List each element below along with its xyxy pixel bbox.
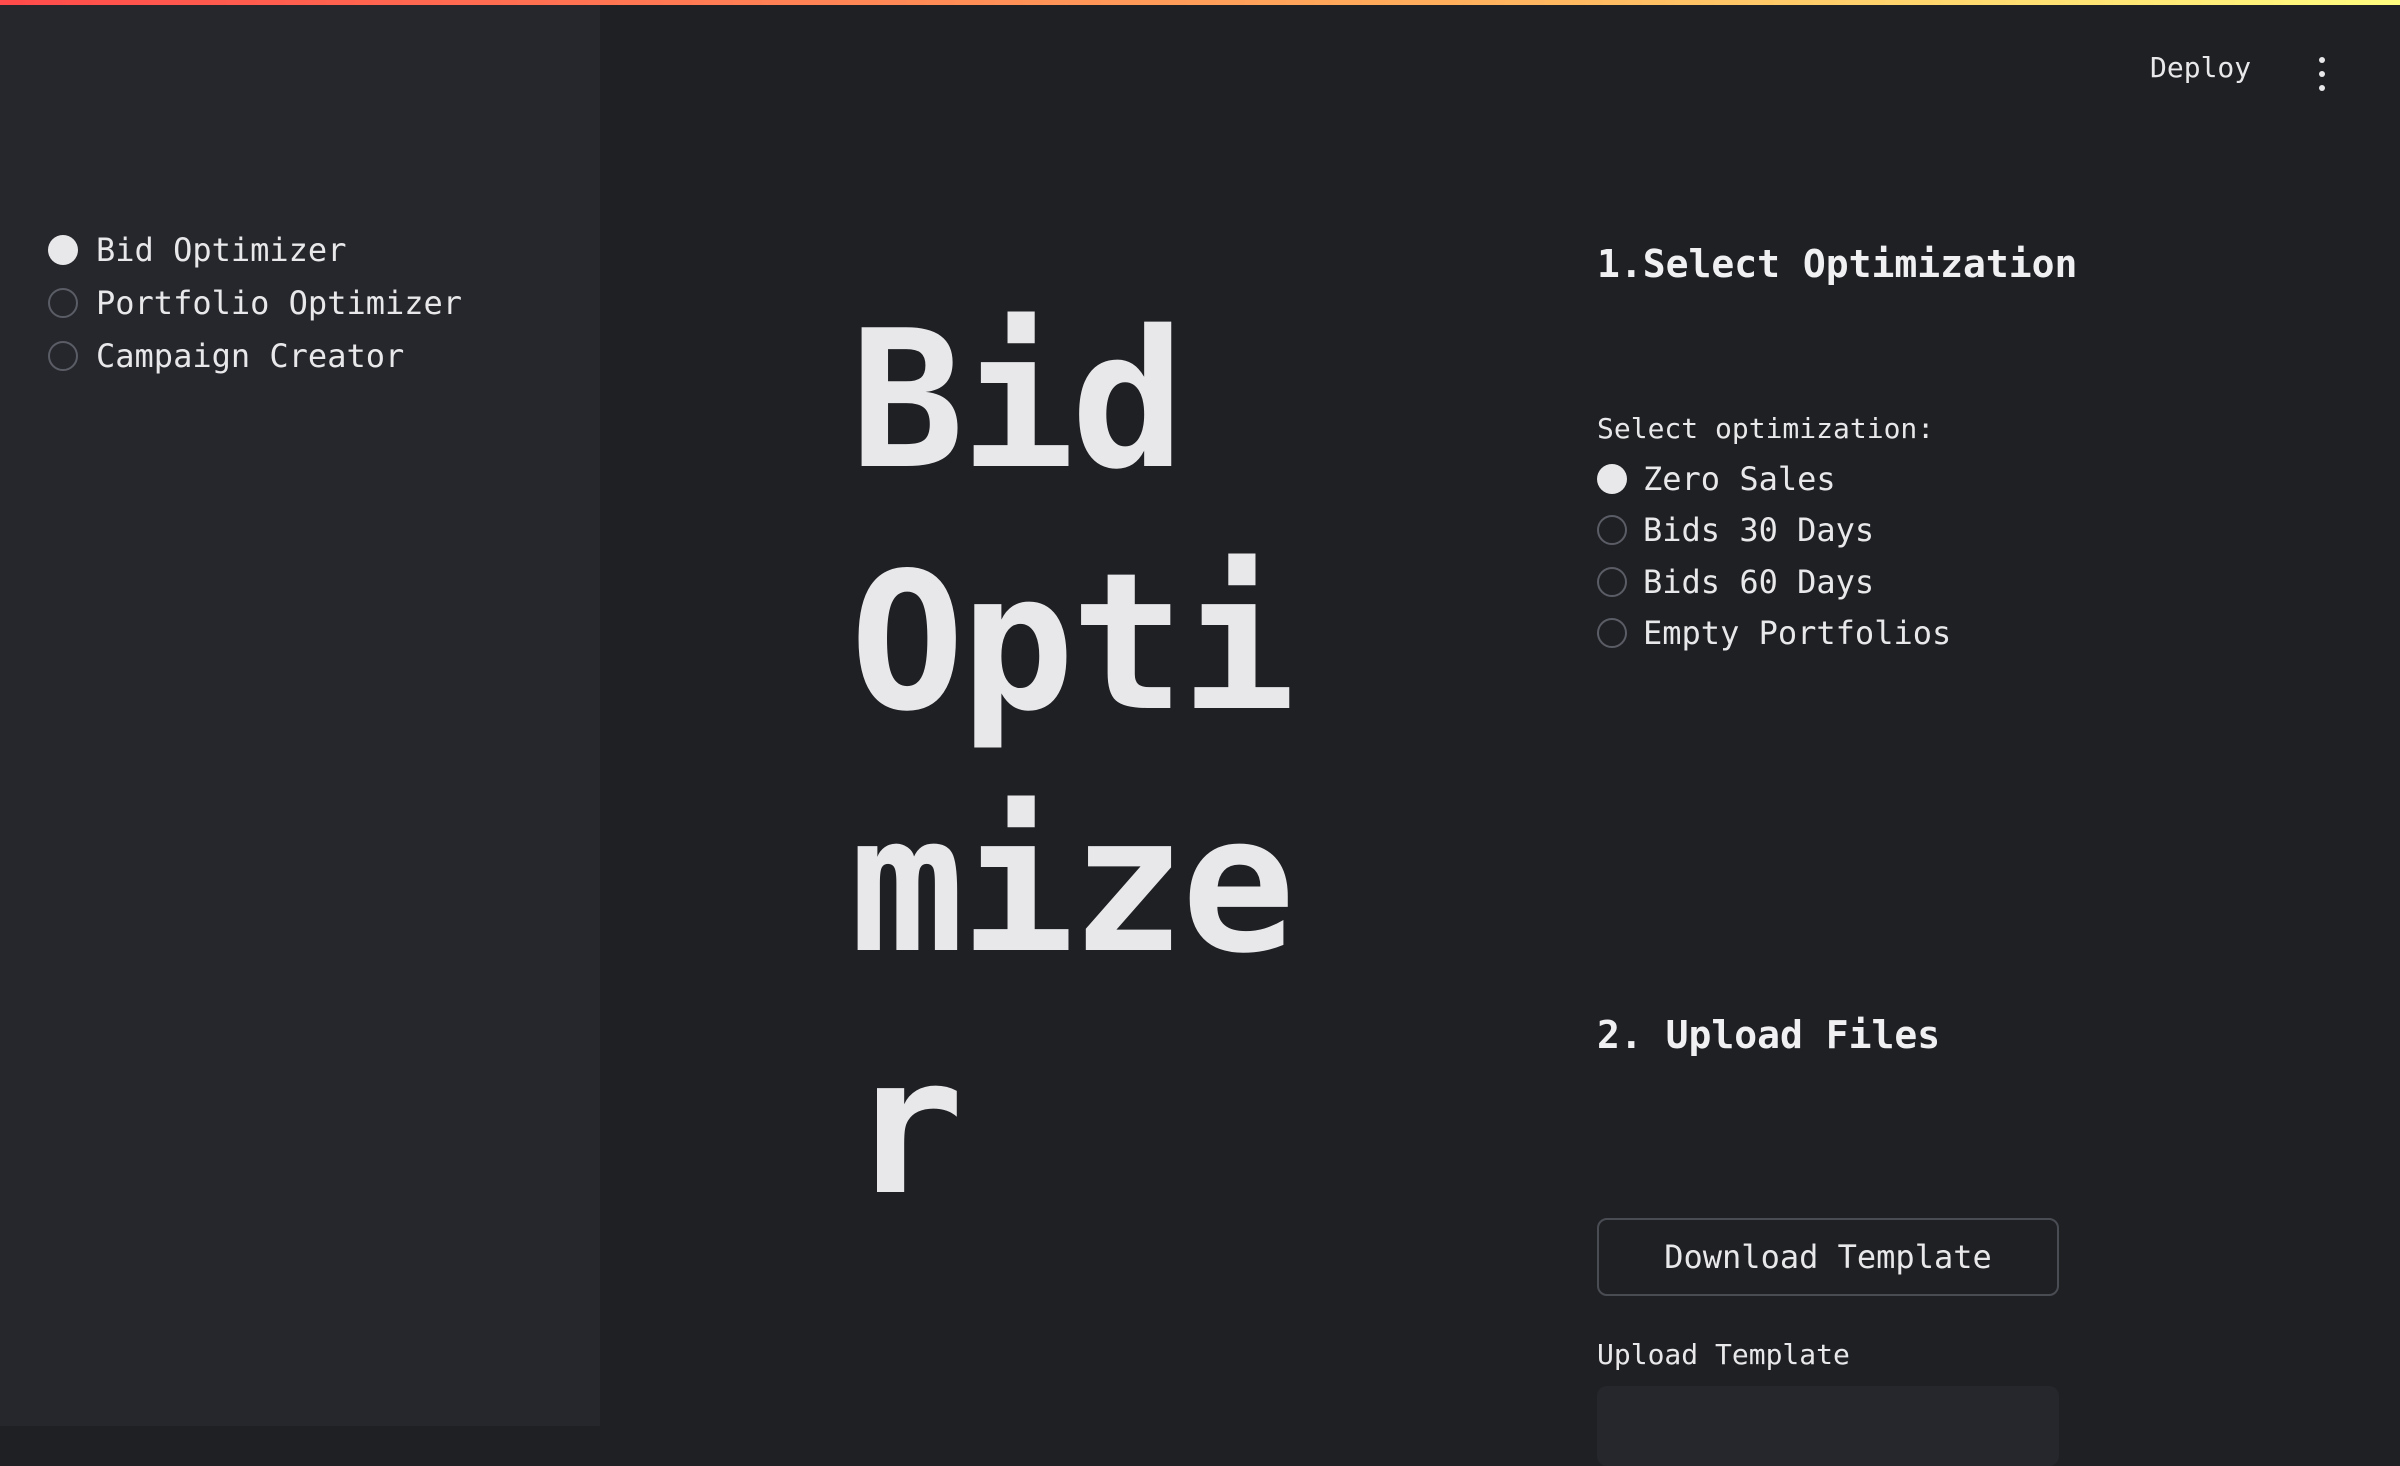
option-label: Bids 60 Days: [1643, 562, 1875, 601]
option-zero-sales[interactable]: Zero Sales: [1597, 453, 2117, 505]
menu-dot: [2319, 85, 2325, 91]
step1-heading: 1.Select Optimization: [1597, 242, 2078, 286]
sidebar-item-label: Portfolio Optimizer: [96, 283, 463, 322]
download-template-button[interactable]: Download Template: [1597, 1218, 2059, 1296]
title-column: Bid Optimizer: [850, 280, 1370, 1248]
header-toolbar: Deploy: [2000, 5, 2400, 145]
page-title: Bid Optimizer: [850, 290, 1296, 1237]
sidebar-item-label: Bid Optimizer: [96, 230, 347, 269]
radio-unchecked-icon[interactable]: [48, 340, 78, 371]
more-vertical-icon[interactable]: [2310, 57, 2334, 91]
sidebar-nav-radio-group: Bid Optimizer Portfolio Optimizer Campai…: [48, 223, 462, 382]
radio-checked-icon[interactable]: [1597, 463, 1627, 494]
sidebar-item-bid-optimizer[interactable]: Bid Optimizer: [48, 223, 462, 276]
option-bids-30-days[interactable]: Bids 30 Days: [1597, 505, 2117, 557]
radio-unchecked-icon[interactable]: [48, 287, 78, 318]
optimization-radio-group: Zero Sales Bids 30 Days Bids 60 Days Emp…: [1597, 453, 2117, 659]
radio-unchecked-icon[interactable]: [1597, 515, 1627, 546]
option-label: Zero Sales: [1643, 459, 1836, 498]
sidebar-item-label: Campaign Creator: [96, 336, 405, 375]
controls-column: 1.Select Optimization Select optimizatio…: [1597, 240, 2117, 1059]
upload-template-label: Upload Template: [1597, 1338, 1850, 1371]
radio-unchecked-icon[interactable]: [1597, 566, 1627, 597]
option-label: Empty Portfolios: [1643, 614, 1952, 653]
option-bids-60-days[interactable]: Bids 60 Days: [1597, 556, 2117, 608]
step2-heading: 2. Upload Files: [1597, 1013, 1941, 1057]
deploy-button[interactable]: Deploy: [2150, 51, 2251, 84]
radio-checked-icon[interactable]: [48, 234, 78, 265]
sidebar-item-portfolio-optimizer[interactable]: Portfolio Optimizer: [48, 276, 462, 329]
menu-dot: [2319, 57, 2325, 63]
option-label: Bids 30 Days: [1643, 511, 1875, 550]
option-empty-portfolios[interactable]: Empty Portfolios: [1597, 608, 2117, 660]
select-optimization-label: Select optimization:: [1597, 412, 1935, 445]
sidebar: Bid Optimizer Portfolio Optimizer Campai…: [0, 5, 600, 1426]
radio-unchecked-icon[interactable]: [1597, 618, 1627, 649]
menu-dot: [2319, 71, 2325, 77]
upload-dropzone[interactable]: [1597, 1386, 2059, 1466]
sidebar-item-campaign-creator[interactable]: Campaign Creator: [48, 329, 462, 382]
